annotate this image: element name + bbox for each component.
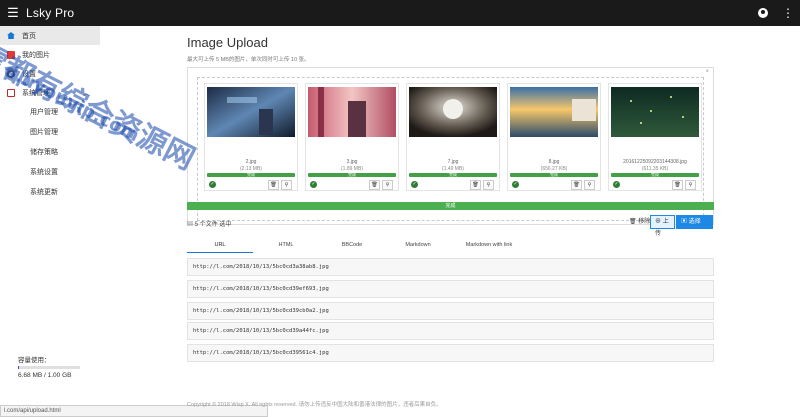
folder-icon: ▣ bbox=[681, 219, 688, 225]
file-name: 3.jpg bbox=[346, 159, 358, 165]
delete-icon[interactable]: 🗑 bbox=[571, 180, 582, 190]
url-output-row[interactable]: http://l.com/2018/10/13/5bc0cd39ef693.jp… bbox=[187, 280, 714, 298]
sidebar-sub-strategy[interactable]: 储存策略 bbox=[0, 142, 100, 162]
tab-markdown[interactable]: Markdown bbox=[385, 239, 451, 253]
account-icon[interactable] bbox=[758, 8, 768, 18]
sidebar-item-label: 系统管理 bbox=[22, 89, 50, 97]
url-output-row[interactable]: http://l.com/2018/10/13/5bc0cd39cb0a2.jp… bbox=[187, 302, 714, 320]
url-text: http://l.com/2018/10/13/5bc0cd39561c4.jp… bbox=[193, 350, 329, 356]
file-progress-bar: 完成 bbox=[611, 173, 699, 177]
sidebar-sub-images[interactable]: 图片管理 bbox=[0, 122, 100, 142]
zoom-icon[interactable]: ⚲ bbox=[584, 180, 595, 190]
url-output-row[interactable]: http://l.com/2018/10/13/5bc0cd39561c4.jp… bbox=[187, 344, 714, 362]
file-progress-bar: 完成 bbox=[409, 173, 497, 177]
sidebar-item-my-images[interactable]: 我的图片 bbox=[0, 45, 100, 64]
zoom-icon[interactable]: ⚲ bbox=[685, 180, 696, 190]
zoom-icon[interactable]: ⚲ bbox=[281, 180, 292, 190]
url-text: http://l.com/2018/10/13/5bc0cd3a38ab8.jp… bbox=[193, 264, 329, 270]
file-thumbnail bbox=[409, 87, 497, 137]
footer-text: Copyright © 2018 Wisp X. All rights rese… bbox=[187, 402, 442, 408]
file-icon: ▤ bbox=[187, 222, 194, 228]
file-card: 2.jpg (2.13 MB) 完成 ✓ 🗑 ⚲ bbox=[204, 83, 298, 191]
file-thumbnail bbox=[308, 87, 396, 137]
sidebar-sub-users[interactable]: 用户管理 bbox=[0, 102, 100, 122]
delete-icon[interactable]: 🗑 bbox=[672, 180, 683, 190]
image-icon bbox=[7, 50, 15, 59]
file-card: 20161225092203144308.jpg (611.35 KB) 完成 … bbox=[608, 83, 702, 191]
sidebar-item-label: 首页 bbox=[22, 32, 36, 40]
sidebar-sub-system-settings[interactable]: 系统设置 bbox=[0, 162, 100, 182]
tab-url[interactable]: URL bbox=[187, 239, 253, 253]
file-card: 8.jpg (656.27 KB) 完成 ✓ 🗑 ⚲ bbox=[507, 83, 601, 191]
file-name: 7.jpg bbox=[447, 159, 459, 165]
choose-button[interactable]: ▣ 选择 … bbox=[676, 215, 713, 237]
delete-icon[interactable]: 🗑 bbox=[369, 180, 380, 190]
menu-icon[interactable]: ☰ bbox=[0, 0, 26, 26]
sidebar-item-system[interactable]: 系统管理 ︿ bbox=[0, 83, 100, 102]
file-thumbnail bbox=[611, 87, 699, 137]
chevron-up-icon: ︿ bbox=[83, 89, 90, 97]
check-icon: ✓ bbox=[613, 181, 620, 188]
app-title: Lsky Pro bbox=[26, 6, 75, 20]
check-icon: ✓ bbox=[411, 181, 418, 188]
url-text: http://l.com/2018/10/13/5bc0cd39a44fc.jp… bbox=[193, 328, 329, 334]
usage-bar-fill bbox=[18, 366, 19, 369]
selected-files-label: 5 个文件 选中 bbox=[194, 222, 232, 228]
check-icon: ✓ bbox=[209, 181, 216, 188]
usage-label: 容量使用： bbox=[18, 357, 51, 364]
file-thumbnail bbox=[510, 87, 598, 137]
tab-html[interactable]: HTML bbox=[253, 239, 319, 253]
link-format-tabs: URL HTML BBCode Markdown Markdown with l… bbox=[187, 239, 714, 253]
url-text: http://l.com/2018/10/13/5bc0cd39ef693.jp… bbox=[193, 286, 329, 292]
sidebar-item-label: 我的图片 bbox=[22, 51, 50, 59]
check-icon: ✓ bbox=[310, 181, 317, 188]
file-progress-bar: 完成 bbox=[308, 173, 396, 177]
usage-bar bbox=[18, 366, 80, 369]
file-preview-area: 2.jpg (2.13 MB) 完成 ✓ 🗑 ⚲ 3.jpg (1.89 MB)… bbox=[197, 77, 704, 221]
zoom-icon[interactable]: ⚲ bbox=[382, 180, 393, 190]
trash-icon: 🗑 bbox=[629, 219, 637, 225]
tab-bbcode[interactable]: BBCode bbox=[319, 239, 385, 253]
close-icon[interactable]: × bbox=[705, 69, 709, 75]
file-name: 20161225092203144308.jpg bbox=[623, 159, 687, 165]
page-subtitle: 最大可上传 5 MB的图片，单次同时可上传 10 张。 bbox=[187, 57, 310, 63]
app-bar: ☰ Lsky Pro ⋮ bbox=[0, 0, 800, 26]
sidebar-item-settings[interactable]: 设置 bbox=[0, 64, 100, 83]
remove-label: 移除 bbox=[638, 219, 651, 225]
home-icon bbox=[7, 32, 15, 39]
more-vert-icon[interactable]: ⋮ bbox=[782, 7, 794, 19]
main-content: Image Upload 最大可上传 5 MB的图片，单次同时可上传 10 张。… bbox=[100, 26, 800, 417]
file-card: 3.jpg (1.89 MB) 完成 ✓ 🗑 ⚲ bbox=[305, 83, 399, 191]
upload-button[interactable]: ⊕ 上传 bbox=[650, 215, 675, 237]
file-name: 2.jpg bbox=[245, 159, 257, 165]
check-icon: ✓ bbox=[512, 181, 519, 188]
sidebar-item-label: 设置 bbox=[22, 70, 36, 78]
zoom-icon[interactable]: ⚲ bbox=[483, 180, 494, 190]
file-progress-bar: 完成 bbox=[207, 173, 295, 177]
file-card: 7.jpg (1.49 MB) 完成 ✓ 🗑 ⚲ bbox=[406, 83, 500, 191]
page-title: Image Upload bbox=[187, 35, 268, 50]
file-progress-bar: 完成 bbox=[510, 173, 598, 177]
usage-text: 6.68 MB / 1.00 GB bbox=[18, 372, 72, 379]
delete-icon[interactable]: 🗑 bbox=[268, 180, 279, 190]
gear-icon bbox=[7, 69, 15, 78]
overall-progress-bar: 完成 bbox=[187, 202, 714, 210]
delete-icon[interactable]: 🗑 bbox=[470, 180, 481, 190]
tab-markdown-link[interactable]: Markdown with link bbox=[451, 239, 527, 253]
file-thumbnail bbox=[207, 87, 295, 137]
url-text: http://l.com/2018/10/13/5bc0cd39cb0a2.jp… bbox=[193, 308, 329, 314]
file-name: 8.jpg bbox=[548, 159, 560, 165]
sidebar-sub-update[interactable]: 系统更新 bbox=[0, 182, 100, 202]
sidebar-item-home[interactable]: 首页 bbox=[0, 26, 100, 45]
upload-icon: ⊕ bbox=[655, 219, 662, 225]
selected-files-text: ▤ 5 个文件 选中 bbox=[187, 219, 231, 228]
url-output-row[interactable]: http://l.com/2018/10/13/5bc0cd3a38ab8.jp… bbox=[187, 258, 714, 276]
url-output-row[interactable]: http://l.com/2018/10/13/5bc0cd39a44fc.jp… bbox=[187, 322, 714, 340]
system-icon bbox=[7, 88, 15, 97]
